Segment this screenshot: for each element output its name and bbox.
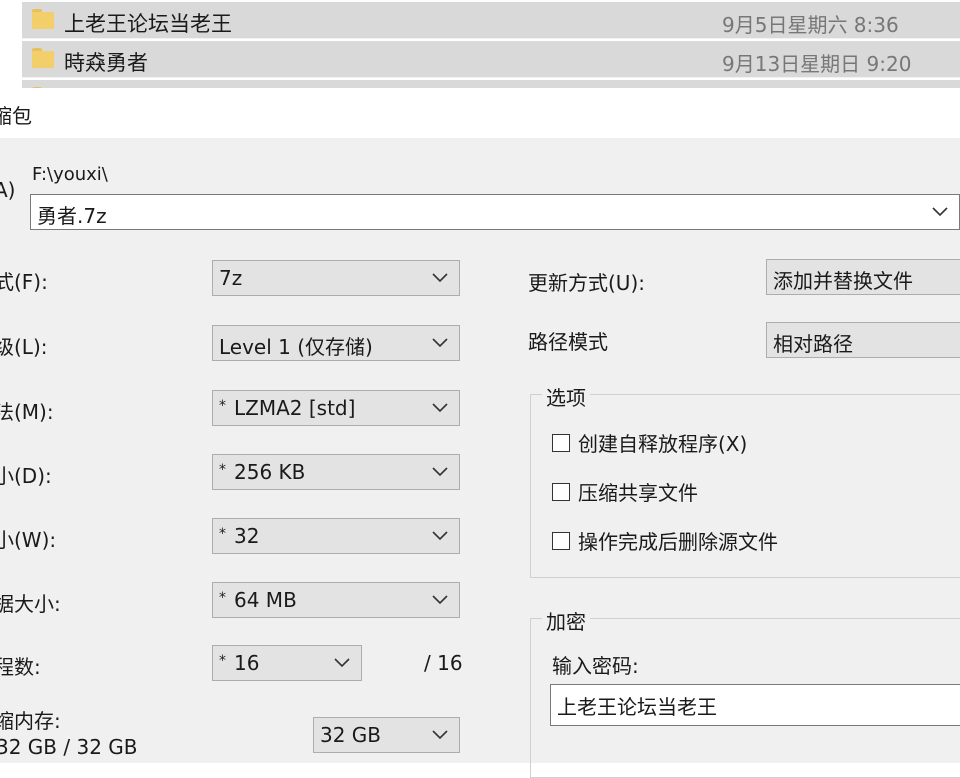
modified-marker: * — [219, 590, 226, 606]
password-input[interactable]: 上老王论坛当老王 — [550, 684, 960, 726]
memory-usage-value: 32 GB — [320, 723, 382, 747]
format-value: 7z — [219, 266, 243, 290]
word-size-select[interactable]: * 32 — [212, 518, 460, 554]
file-date: 9月5日星期六 8:36 — [722, 13, 899, 37]
method-select[interactable]: * LZMA2 [std] — [212, 390, 460, 426]
word-size-value: 32 — [234, 524, 260, 548]
level-select[interactable]: Level 1 (仅存储) — [212, 325, 460, 361]
format-label: 式(F): — [0, 270, 48, 294]
chevron-down-icon — [432, 730, 448, 740]
file-name: 時猋勇者 — [64, 51, 148, 75]
file-explorer-list: 上老王论坛当老王 9月5日星期六 8:36 時猋勇者 9月13日星期日 9:20 — [0, 0, 960, 117]
chevron-down-icon — [432, 403, 448, 413]
delete-after-checkbox[interactable]: 操作完成后删除源文件 — [552, 526, 778, 555]
modified-marker: * — [219, 398, 226, 414]
solid-block-size-label: 据大小: — [0, 592, 61, 616]
dialog-title: 缩包 — [0, 104, 32, 128]
path-mode-value: 相对路径 — [773, 332, 853, 356]
update-mode-select[interactable]: 添加并替换文件 — [766, 259, 960, 295]
chevron-down-icon — [432, 338, 448, 348]
solid-block-size-value: 64 MB — [234, 588, 297, 612]
delete-after-label: 操作完成后删除源文件 — [578, 530, 778, 554]
password-value: 上老王论坛当老王 — [557, 695, 717, 719]
add-to-archive-dialog: 缩包 A) F:\youxi\ 勇者.7z 式(F): 7z 级(L): Lev… — [0, 88, 960, 778]
archive-path: F:\youxi\ — [32, 164, 108, 185]
modified-marker: * — [219, 653, 226, 669]
checkbox-box[interactable] — [552, 531, 570, 550]
path-mode-label: 路径模式 — [528, 330, 608, 354]
password-label: 输入密码: — [552, 654, 639, 678]
checkbox-box[interactable] — [552, 482, 570, 501]
level-value: Level 1 (仅存储) — [219, 335, 373, 359]
update-mode-value: 添加并替换文件 — [773, 269, 913, 293]
threads-label: 程数: — [0, 655, 41, 679]
chevron-down-icon — [432, 273, 448, 283]
dictionary-size-value: 256 KB — [234, 460, 306, 484]
create-sfx-checkbox[interactable]: 创建自释放程序(X) — [552, 428, 747, 457]
file-name: 上老王论坛当老王 — [64, 12, 232, 36]
compress-shared-checkbox[interactable]: 压缩共享文件 — [552, 477, 698, 506]
word-size-label: 小(W): — [0, 528, 57, 552]
dictionary-size-select[interactable]: * 256 KB — [212, 454, 460, 490]
list-item[interactable]: 上老王论坛当老王 9月5日星期六 8:36 — [22, 2, 960, 39]
threads-max: / 16 — [424, 651, 463, 675]
archive-label: A) — [0, 178, 16, 202]
memory-usage-label: 缩内存: — [0, 709, 61, 733]
update-mode-label: 更新方式(U): — [528, 271, 645, 295]
solid-block-size-select[interactable]: * 64 MB — [212, 582, 460, 618]
chevron-down-icon — [334, 658, 350, 668]
memory-usage-select[interactable]: 32 GB — [313, 717, 460, 753]
dialog-titlebar: 缩包 — [0, 88, 960, 138]
options-title: 选项 — [542, 382, 590, 411]
archive-name-value: 勇者.7z — [37, 204, 107, 228]
method-label: 法(M): — [0, 400, 54, 424]
folder-icon — [32, 48, 54, 68]
archive-name-combo[interactable]: 勇者.7z — [30, 194, 960, 230]
threads-select[interactable]: * 16 — [212, 645, 362, 681]
chevron-down-icon — [432, 531, 448, 541]
chevron-down-icon — [932, 207, 948, 217]
encryption-title: 加密 — [542, 606, 590, 635]
modified-marker: * — [219, 526, 226, 542]
list-item[interactable]: 時猋勇者 9月13日星期日 9:20 — [22, 41, 960, 78]
modified-marker: * — [219, 462, 226, 478]
chevron-down-icon — [432, 467, 448, 477]
create-sfx-label: 创建自释放程序(X) — [578, 432, 748, 456]
format-select[interactable]: 7z — [212, 260, 460, 296]
compress-shared-label: 压缩共享文件 — [578, 481, 698, 505]
threads-value: 16 — [234, 651, 260, 675]
level-label: 级(L): — [0, 335, 48, 359]
folder-icon — [32, 9, 54, 29]
checkbox-box[interactable] — [552, 433, 570, 452]
method-value: LZMA2 [std] — [234, 396, 356, 420]
path-mode-select[interactable]: 相对路径 — [766, 322, 960, 358]
memory-usage-sub: 32 GB / 32 GB — [0, 735, 138, 759]
file-date: 9月13日星期日 9:20 — [722, 52, 912, 76]
chevron-down-icon — [432, 595, 448, 605]
dictionary-size-label: 小(D): — [0, 464, 52, 488]
